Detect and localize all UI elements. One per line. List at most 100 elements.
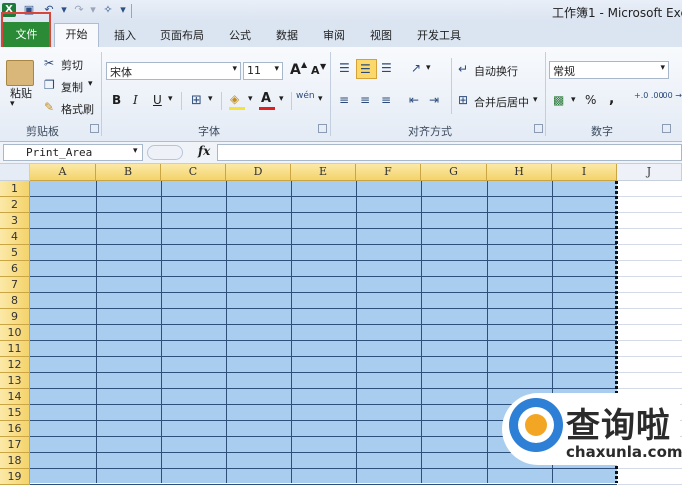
- format-painter-button[interactable]: 格式刷: [61, 101, 94, 117]
- tab-data[interactable]: 数据: [276, 27, 298, 43]
- increase-indent-icon[interactable]: ⇥: [429, 93, 439, 107]
- align-bottom-icon[interactable]: ☰: [381, 61, 392, 75]
- underline-dropdown-icon[interactable]: ▾: [168, 94, 173, 104]
- cut-button[interactable]: 剪切: [61, 57, 83, 73]
- qat-customize-icon[interactable]: ▾: [116, 3, 130, 17]
- number-format-select[interactable]: 常规 ▾: [549, 61, 669, 79]
- number-launcher-icon[interactable]: [662, 124, 671, 133]
- decrease-indent-icon[interactable]: ⇤: [409, 93, 419, 107]
- align-top-icon[interactable]: ☰: [339, 61, 350, 75]
- column-header-i[interactable]: I: [552, 164, 617, 181]
- underline-button[interactable]: U: [153, 93, 162, 107]
- name-box[interactable]: Print_Area: [3, 144, 143, 161]
- comma-style-button[interactable]: ,: [609, 91, 614, 107]
- increase-decimal-button[interactable]: +.0 .00: [634, 92, 664, 100]
- row-header-8[interactable]: 8: [0, 293, 30, 309]
- orientation-dropdown-icon[interactable]: ▾: [426, 63, 431, 73]
- accounting-dropdown-icon[interactable]: ▾: [571, 95, 576, 105]
- row-header-17[interactable]: 17: [0, 437, 30, 453]
- decrease-decimal-button[interactable]: .00 →.0: [660, 92, 682, 100]
- align-left-icon[interactable]: ≡: [339, 93, 349, 107]
- paste-dropdown-icon[interactable]: ▾: [10, 99, 15, 109]
- merge-dropdown-icon[interactable]: ▾: [533, 95, 538, 105]
- fill-color-dropdown-icon[interactable]: ▾: [248, 94, 253, 104]
- row-header-2[interactable]: 2: [0, 197, 30, 213]
- tab-page-layout[interactable]: 页面布局: [160, 27, 204, 43]
- alignment-launcher-icon[interactable]: [534, 124, 543, 133]
- text-orientation-icon[interactable]: ↗: [411, 61, 421, 75]
- row-header-12[interactable]: 12: [0, 357, 30, 373]
- font-name-value: 宋体: [110, 66, 132, 79]
- grow-font-button[interactable]: A: [290, 62, 301, 78]
- row-header-14[interactable]: 14: [0, 389, 30, 405]
- phonetic-dropdown-icon[interactable]: ▾: [318, 94, 323, 104]
- copy-button[interactable]: 复制: [61, 79, 83, 95]
- row-header-10[interactable]: 10: [0, 325, 30, 341]
- font-launcher-icon[interactable]: [318, 124, 327, 133]
- percent-style-button[interactable]: %: [585, 93, 596, 107]
- font-size-select[interactable]: 11 ▾: [243, 62, 283, 80]
- bold-button[interactable]: B: [112, 93, 121, 107]
- tab-developer[interactable]: 开发工具: [417, 27, 461, 43]
- accounting-format-icon[interactable]: ▩: [553, 93, 564, 107]
- row-gridline: [618, 260, 682, 261]
- wrap-text-button[interactable]: 自动换行: [474, 63, 518, 79]
- phonetic-guide-button[interactable]: wén: [296, 91, 315, 101]
- column-header-c[interactable]: C: [161, 164, 226, 181]
- column-header-d[interactable]: D: [226, 164, 291, 181]
- row-gridline: [30, 372, 617, 373]
- borders-dropdown-icon[interactable]: ▾: [208, 94, 213, 104]
- row-header-15[interactable]: 15: [0, 405, 30, 421]
- redo-dropdown-icon[interactable]: ▾: [86, 3, 100, 17]
- clipboard-launcher-icon[interactable]: [90, 124, 99, 133]
- column-header-g[interactable]: G: [421, 164, 487, 181]
- row-header-5[interactable]: 5: [0, 245, 30, 261]
- tab-insert[interactable]: 插入: [114, 27, 136, 43]
- borders-icon[interactable]: ⊞: [191, 94, 202, 108]
- row-header-1[interactable]: 1: [0, 181, 30, 197]
- copy-dropdown-icon[interactable]: ▾: [88, 79, 93, 89]
- tab-formulas[interactable]: 公式: [229, 27, 251, 43]
- row-header-3[interactable]: 3: [0, 213, 30, 229]
- row-header-4[interactable]: 4: [0, 229, 30, 245]
- undo-dropdown-icon[interactable]: ▾: [57, 3, 71, 17]
- column-header-b[interactable]: B: [96, 164, 161, 181]
- column-header-j[interactable]: J: [617, 164, 682, 181]
- insert-function-button[interactable]: fx: [198, 144, 210, 158]
- row-header-6[interactable]: 6: [0, 261, 30, 277]
- row-header-7[interactable]: 7: [0, 277, 30, 293]
- align-middle-button[interactable]: ☰: [356, 59, 377, 79]
- tab-view[interactable]: 视图: [370, 27, 392, 43]
- font-color-dropdown-icon[interactable]: ▾: [279, 94, 284, 104]
- group-separator: [330, 52, 331, 136]
- row-header-16[interactable]: 16: [0, 421, 30, 437]
- fill-color-icon[interactable]: ◈: [230, 92, 239, 106]
- row-header-13[interactable]: 13: [0, 373, 30, 389]
- formula-bar-splitter[interactable]: [147, 145, 183, 160]
- row-header-18[interactable]: 18: [0, 453, 30, 469]
- row-header-11[interactable]: 11: [0, 341, 30, 357]
- column-header-e[interactable]: E: [291, 164, 356, 181]
- select-all-corner[interactable]: [0, 164, 30, 181]
- align-center-icon[interactable]: ≡: [360, 93, 370, 107]
- name-box-dropdown-icon[interactable]: ▾: [133, 146, 138, 156]
- align-right-icon[interactable]: ≡: [381, 93, 391, 107]
- paste-icon[interactable]: [6, 60, 34, 86]
- merge-center-button[interactable]: 合并后居中: [474, 94, 529, 110]
- formula-input[interactable]: [217, 144, 682, 161]
- column-header-h[interactable]: H: [487, 164, 552, 181]
- tab-home[interactable]: 开始: [54, 23, 99, 48]
- font-color-button[interactable]: A: [261, 91, 271, 106]
- chevron-down-icon: ▾: [232, 64, 237, 74]
- italic-button[interactable]: I: [133, 93, 138, 107]
- row-gridline: [30, 356, 617, 357]
- column-header-a[interactable]: A: [30, 164, 96, 181]
- column-header-f[interactable]: F: [356, 164, 421, 181]
- redo-icon[interactable]: ↷: [72, 3, 86, 17]
- customize-tool-icon[interactable]: ✧: [101, 3, 115, 17]
- column-gridline: [356, 181, 357, 483]
- shrink-font-button[interactable]: A: [311, 64, 320, 77]
- font-name-select[interactable]: 宋体 ▾: [106, 62, 241, 80]
- tab-review[interactable]: 审阅: [323, 27, 345, 43]
- row-header-9[interactable]: 9: [0, 309, 30, 325]
